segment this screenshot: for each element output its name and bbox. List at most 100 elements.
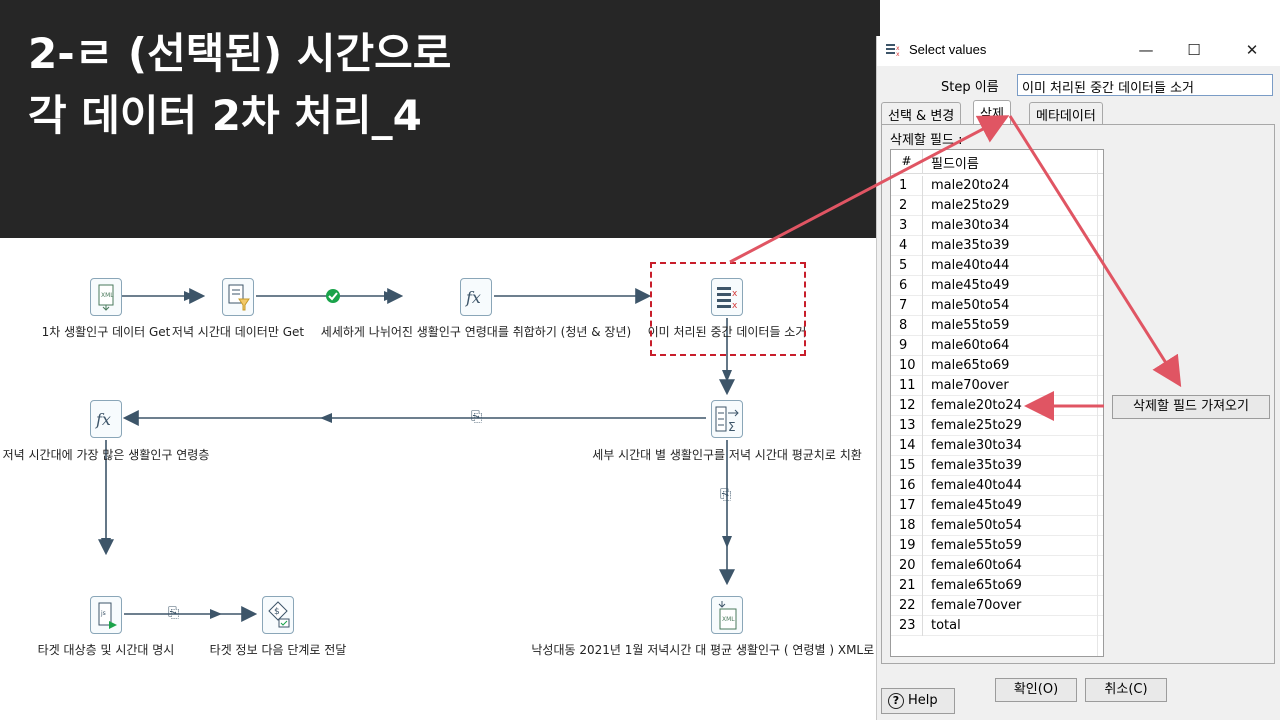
field-row[interactable]: 13 female25to29 bbox=[891, 416, 1103, 436]
step-label: 타겟 대상층 및 시간대 명시 bbox=[37, 643, 175, 657]
field-row-number: 15 bbox=[891, 456, 923, 476]
field-row[interactable]: 3 male30to34 bbox=[891, 216, 1103, 236]
grid-header-num[interactable]: # bbox=[891, 150, 923, 174]
field-row[interactable]: 12 female20to24 bbox=[891, 396, 1103, 416]
field-row-name[interactable]: female55to59 bbox=[931, 536, 1022, 556]
ok-button[interactable]: 확인(O) bbox=[995, 678, 1077, 702]
field-row[interactable]: 2 male25to29 bbox=[891, 196, 1103, 216]
field-row-name[interactable]: male20to24 bbox=[931, 176, 1009, 196]
field-row[interactable]: 4 male35to39 bbox=[891, 236, 1103, 256]
maximize-button[interactable]: ☐ bbox=[1179, 39, 1209, 61]
field-row-name[interactable]: total bbox=[931, 616, 961, 636]
dialog-titlebar: xx Select values — ☐ ✕ bbox=[877, 36, 1280, 66]
field-row-name[interactable]: female25to29 bbox=[931, 416, 1022, 436]
tab-remove[interactable]: 삭제 bbox=[973, 100, 1011, 124]
step-label: 1차 생활인구 데이터 Get bbox=[41, 325, 171, 339]
field-row-name[interactable]: male35to39 bbox=[931, 236, 1009, 256]
step-xml-input[interactable]: XML bbox=[90, 278, 122, 316]
grid-column-divider bbox=[1097, 150, 1098, 656]
field-row-number: 3 bbox=[891, 216, 923, 236]
svg-text:Σ: Σ bbox=[728, 420, 736, 434]
field-row[interactable]: 1 male20to24 bbox=[891, 176, 1103, 196]
field-row-name[interactable]: male30to34 bbox=[931, 216, 1009, 236]
field-row[interactable]: 15 female35to39 bbox=[891, 456, 1103, 476]
field-row-name[interactable]: male50to54 bbox=[931, 296, 1009, 316]
step-filter-rows[interactable] bbox=[222, 278, 254, 316]
field-row-name[interactable]: male40to44 bbox=[931, 256, 1009, 276]
field-row-name[interactable]: female65to69 bbox=[931, 576, 1022, 596]
field-row-number: 1 bbox=[891, 176, 923, 196]
field-row[interactable]: 20 female60to64 bbox=[891, 556, 1103, 576]
close-button[interactable]: ✕ bbox=[1237, 39, 1267, 61]
field-row-name[interactable]: male60to64 bbox=[931, 336, 1009, 356]
select-values-dialog: xx Select values — ☐ ✕ Step 이름 이미 처리된 중간… bbox=[876, 36, 1280, 720]
step-copy-rows-to-result[interactable]: $ bbox=[262, 596, 294, 634]
field-row-name[interactable]: male65to69 bbox=[931, 356, 1009, 376]
fields-to-remove-label: 삭제할 필드 : bbox=[890, 133, 963, 148]
field-row[interactable]: 5 male40to44 bbox=[891, 256, 1103, 276]
field-row[interactable]: 6 male45to49 bbox=[891, 276, 1103, 296]
step-name-input[interactable]: 이미 처리된 중간 데이터들 소거 bbox=[1017, 74, 1273, 96]
field-row[interactable]: 10 male65to69 bbox=[891, 356, 1103, 376]
step-xml-output[interactable]: XML bbox=[711, 596, 743, 634]
dialog-title: Select values bbox=[909, 42, 987, 57]
help-icon: ? bbox=[888, 693, 904, 709]
minimize-button[interactable]: — bbox=[1131, 39, 1161, 61]
field-row[interactable]: 14 female30to34 bbox=[891, 436, 1103, 456]
help-button[interactable]: ? Help bbox=[881, 688, 955, 714]
xml-output-icon: XML bbox=[718, 601, 737, 630]
step-label: 저녁 시간대 데이터만 Get bbox=[171, 325, 305, 339]
tab-metadata[interactable]: 메타데이터 bbox=[1029, 102, 1103, 124]
selected-step-highlight bbox=[650, 262, 806, 356]
formula-icon: fx bbox=[95, 410, 111, 429]
svg-text:fx: fx bbox=[465, 288, 481, 307]
cancel-button[interactable]: 취소(C) bbox=[1085, 678, 1167, 702]
field-row-name[interactable]: female50to54 bbox=[931, 516, 1022, 536]
field-row[interactable]: 16 female40to44 bbox=[891, 476, 1103, 496]
field-row[interactable]: 17 female45to49 bbox=[891, 496, 1103, 516]
field-row[interactable]: 21 female65to69 bbox=[891, 576, 1103, 596]
step-formula-1[interactable]: fx bbox=[460, 278, 492, 316]
svg-text:XML: XML bbox=[722, 616, 735, 623]
field-row-name[interactable]: female30to34 bbox=[931, 436, 1022, 456]
field-row[interactable]: 8 male55to59 bbox=[891, 316, 1103, 336]
step-javascript[interactable]: js bbox=[90, 596, 122, 634]
field-row-name[interactable]: male55to59 bbox=[931, 316, 1009, 336]
step-group-by[interactable]: Σ bbox=[711, 400, 743, 438]
field-row[interactable]: 11 male70over bbox=[891, 376, 1103, 396]
field-row-name[interactable]: male70over bbox=[931, 376, 1009, 396]
field-row-name[interactable]: female20to24 bbox=[931, 396, 1022, 416]
step-name-label: Step 이름 bbox=[941, 80, 999, 95]
field-row-name[interactable]: male45to49 bbox=[931, 276, 1009, 296]
field-row-name[interactable]: female70over bbox=[931, 596, 1021, 616]
field-row-number: 9 bbox=[891, 336, 923, 356]
field-row-number: 13 bbox=[891, 416, 923, 436]
field-row[interactable]: 9 male60to64 bbox=[891, 336, 1103, 356]
step-formula-2[interactable]: fx bbox=[90, 400, 122, 438]
slide-title-line-1: 2-ㄹ (선택된) 시간으로 bbox=[28, 29, 452, 78]
copy-hop-icon: ⎘ bbox=[720, 487, 732, 503]
field-row[interactable]: 18 female50to54 bbox=[891, 516, 1103, 536]
field-row-name[interactable]: female45to49 bbox=[931, 496, 1022, 516]
field-row-name[interactable]: female40to44 bbox=[931, 476, 1022, 496]
field-row-number: 6 bbox=[891, 276, 923, 296]
get-fields-to-remove-button[interactable]: 삭제할 필드 가져오기 bbox=[1112, 395, 1270, 419]
field-row-name[interactable]: female35to39 bbox=[931, 456, 1022, 476]
field-row-name[interactable]: female60to64 bbox=[931, 556, 1022, 576]
field-row-number: 7 bbox=[891, 296, 923, 316]
tab-bar: 선택 & 변경 삭제 메타데이터 bbox=[881, 100, 1277, 124]
field-row[interactable]: 23 total bbox=[891, 616, 1103, 636]
tab-select-and-alter[interactable]: 선택 & 변경 bbox=[881, 102, 962, 124]
svg-text:js: js bbox=[100, 610, 106, 617]
svg-text:x: x bbox=[896, 51, 900, 57]
field-row[interactable]: 7 male50to54 bbox=[891, 296, 1103, 316]
field-row-number: 23 bbox=[891, 616, 923, 636]
field-row[interactable]: 19 female55to59 bbox=[891, 536, 1103, 556]
grid-header-name[interactable]: 필드이름 bbox=[931, 153, 979, 172]
slide: 2-ㄹ (선택된) 시간으로 각 데이터 2차 처리_4 ⎘ ⎘ ⎘ XML 1… bbox=[0, 0, 1280, 720]
field-row-name[interactable]: male25to29 bbox=[931, 196, 1009, 216]
field-row-number: 4 bbox=[891, 236, 923, 256]
field-row[interactable]: 22 female70over bbox=[891, 596, 1103, 616]
field-row-number: 10 bbox=[891, 356, 923, 376]
step-label: 낙성대동 2021년 1월 저녁시간 대 평균 생활인구 ( 연령별 ) XML… bbox=[531, 643, 897, 657]
